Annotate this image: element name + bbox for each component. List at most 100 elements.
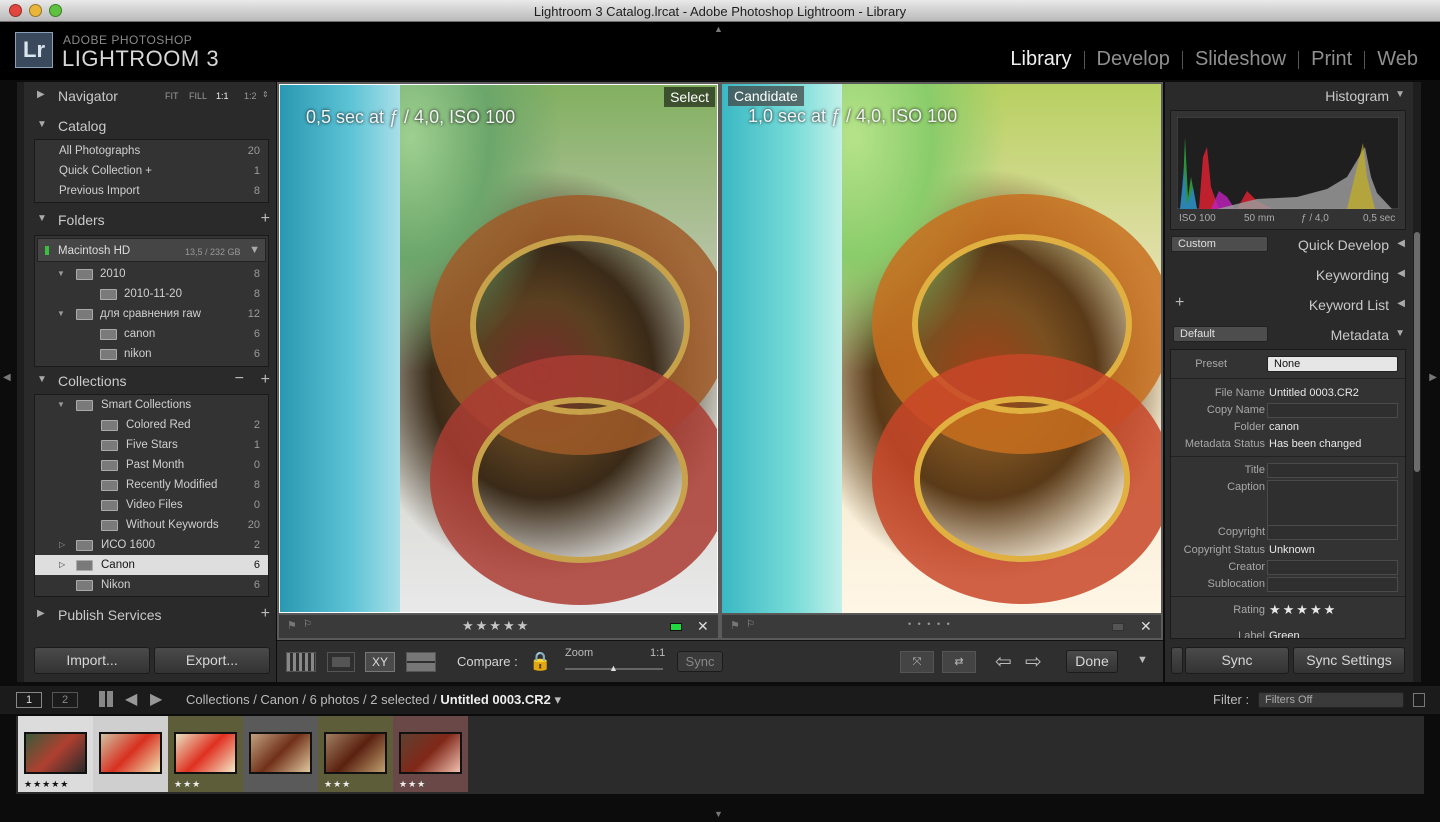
catalog-item[interactable]: All Photographs 20	[35, 141, 268, 161]
collection-item[interactable]: Past Month 0	[35, 455, 268, 475]
filter-lock-icon[interactable]	[1413, 693, 1425, 707]
back-arrow-icon[interactable]: ◀	[125, 689, 137, 709]
module-develop[interactable]: Develop	[1085, 48, 1182, 71]
filmstrip-thumb[interactable]: ★★★	[318, 716, 393, 792]
main-window-button[interactable]: 1	[16, 692, 42, 708]
meta-row-label[interactable]: Label Green	[1171, 628, 1405, 638]
toolbar-menu-icon[interactable]: ▼	[1137, 654, 1148, 666]
add-keyword-icon[interactable]: +	[1175, 294, 1184, 312]
collection-item[interactable]: Without Keywords 20	[35, 515, 268, 535]
collection-item[interactable]: Colored Red 2	[35, 415, 268, 435]
catalog-item[interactable]: Quick Collection +1	[35, 161, 268, 181]
zoom-slider-thumb[interactable]: ▲	[609, 663, 618, 673]
navigator-header[interactable]: ▶ Navigator FIT FILL 1:1 1:2 ⇕	[17, 84, 276, 108]
meta-row-copyright-status[interactable]: Copyright Status Unknown	[1171, 542, 1405, 559]
candidate-photo[interactable]: 1,0 sec at ƒ / 4,0, ISO 100 Candidate	[722, 84, 1161, 613]
import-button[interactable]: Import...	[34, 647, 150, 674]
folder-item[interactable]: ▼ 2010 8	[35, 264, 268, 284]
keyword-list-header[interactable]: + Keyword List ◀	[1165, 293, 1413, 317]
sync-settings-button[interactable]: Sync Settings	[1293, 647, 1405, 674]
module-print[interactable]: Print	[1299, 48, 1364, 71]
next-arrow-icon[interactable]: ⇨	[1025, 649, 1042, 674]
meta-row-sublocation[interactable]: Sublocation	[1171, 576, 1405, 593]
meta-row-creator[interactable]: Creator	[1171, 559, 1405, 576]
metadata-view-dropdown[interactable]: Default	[1173, 326, 1268, 342]
forward-arrow-icon[interactable]: ▶	[150, 689, 162, 709]
add-folder-icon[interactable]: +	[261, 210, 270, 228]
meta-row-copyright[interactable]: Copyright	[1171, 524, 1405, 541]
meta-row-rating[interactable]: Rating ★★★★★	[1171, 602, 1405, 619]
collection-item[interactable]: ▼ Smart Collections	[35, 395, 268, 415]
catalog-item[interactable]: Previous Import 8	[35, 181, 268, 201]
collection-item[interactable]: Nikon 6	[35, 575, 268, 595]
folders-header[interactable]: ▼ Folders +	[17, 208, 276, 232]
folder-item[interactable]: canon 6	[35, 324, 268, 344]
filmstrip-thumb[interactable]: ★★★★★	[18, 716, 93, 792]
meta-row-caption[interactable]: Caption	[1171, 479, 1405, 526]
flag-icon[interactable]: ⚑	[730, 619, 740, 632]
reject-flag-icon[interactable]: ⚐	[303, 619, 312, 630]
meta-row-title[interactable]: Title	[1171, 462, 1405, 479]
module-library[interactable]: Library	[998, 48, 1083, 71]
filmstrip-thumb[interactable]	[243, 716, 318, 792]
nav-1-2[interactable]: 1:2	[244, 91, 257, 101]
filter-dropdown[interactable]: Filters Off	[1258, 692, 1404, 708]
meta-row-file-name[interactable]: File Name Untitled 0003.CR2	[1171, 385, 1405, 402]
collection-item[interactable]: Video Files 0	[35, 495, 268, 515]
close-select-icon[interactable]: ✕	[697, 618, 709, 635]
volume-macintosh-hd[interactable]: Macintosh HD 13,5 / 232 GB ▼	[37, 238, 266, 262]
survey-view-icon[interactable]	[406, 652, 436, 672]
collection-item[interactable]: Five Stars 1	[35, 435, 268, 455]
select-rating[interactable]: ★★★★★	[462, 618, 530, 634]
folder-item[interactable]: nikon 6	[35, 344, 268, 364]
right-panel-scrollbar[interactable]	[1414, 232, 1420, 472]
lock-icon[interactable]: 🔒	[529, 651, 551, 672]
export-button[interactable]: Export...	[154, 647, 270, 674]
sync-compare-button[interactable]: Sync	[677, 651, 723, 672]
keywording-header[interactable]: Keywording ◀	[1165, 263, 1413, 287]
filmstrip-thumb[interactable]: ★★★	[393, 716, 468, 792]
meta-row-folder[interactable]: Folder canon	[1171, 419, 1405, 436]
collections-header[interactable]: ▼ Collections − +	[17, 369, 276, 393]
sync-button[interactable]: Sync	[1185, 647, 1289, 674]
done-button[interactable]: Done	[1066, 650, 1118, 673]
previous-arrow-icon[interactable]: ⇦	[995, 649, 1012, 674]
collapse-top-icon[interactable]: ▲	[714, 24, 723, 34]
histogram-header[interactable]: Histogram ▼	[1165, 84, 1413, 108]
module-web[interactable]: Web	[1365, 48, 1418, 71]
swap-icon[interactable]: ⤧	[900, 651, 934, 673]
metadata-header[interactable]: Default Metadata ▼	[1165, 323, 1413, 347]
catalog-header[interactable]: ▼ Catalog	[17, 114, 276, 138]
collapse-bottom-icon[interactable]: ▼	[714, 809, 723, 819]
filmstrip-source[interactable]: Collections / Canon / 6 photos / 2 selec…	[186, 692, 561, 708]
publish-services-header[interactable]: ▶ Publish Services +	[17, 603, 276, 627]
right-panel-toggle-icon[interactable]: ▶	[1429, 372, 1437, 383]
quick-develop-header[interactable]: Custom Quick Develop ◀	[1165, 233, 1413, 257]
nav-fill[interactable]: FILL	[189, 91, 207, 101]
grid-icon[interactable]	[99, 691, 115, 707]
add-collection-icon[interactable]: +	[261, 371, 270, 389]
metadata-preset-dropdown[interactable]: None	[1267, 356, 1398, 372]
remove-collection-icon[interactable]: −	[235, 370, 244, 388]
quick-develop-preset-dropdown[interactable]: Custom	[1171, 236, 1268, 252]
filmstrip-thumb[interactable]: ★★★	[168, 716, 243, 792]
second-window-button[interactable]: 2	[52, 692, 78, 708]
collection-item-selected[interactable]: ▷ Canon 6	[35, 555, 268, 575]
loupe-view-icon[interactable]	[327, 652, 355, 672]
reject-flag-icon[interactable]: ⚐	[746, 619, 755, 630]
add-publish-icon[interactable]: +	[261, 605, 270, 623]
meta-row-copy-name[interactable]: Copy Name	[1171, 402, 1405, 419]
auto-sync-switch[interactable]	[1171, 647, 1183, 674]
nav-1-1[interactable]: 1:1	[216, 91, 229, 101]
grid-view-icon[interactable]	[286, 652, 316, 672]
make-select-icon[interactable]: ⇄	[942, 651, 976, 673]
left-panel-toggle-icon[interactable]: ◀	[3, 372, 11, 383]
flag-icon[interactable]: ⚑	[287, 619, 297, 632]
collection-item[interactable]: ▷ ИСО 1600 2	[35, 535, 268, 555]
collection-item[interactable]: Recently Modified 8	[35, 475, 268, 495]
close-candidate-icon[interactable]: ✕	[1140, 618, 1152, 635]
select-photo[interactable]: 0,5 sec at ƒ / 4,0, ISO 100 Select	[279, 84, 718, 613]
nav-fit[interactable]: FIT	[165, 91, 179, 101]
module-slideshow[interactable]: Slideshow	[1183, 48, 1298, 71]
candidate-rating[interactable]: • • • • •	[908, 619, 952, 629]
